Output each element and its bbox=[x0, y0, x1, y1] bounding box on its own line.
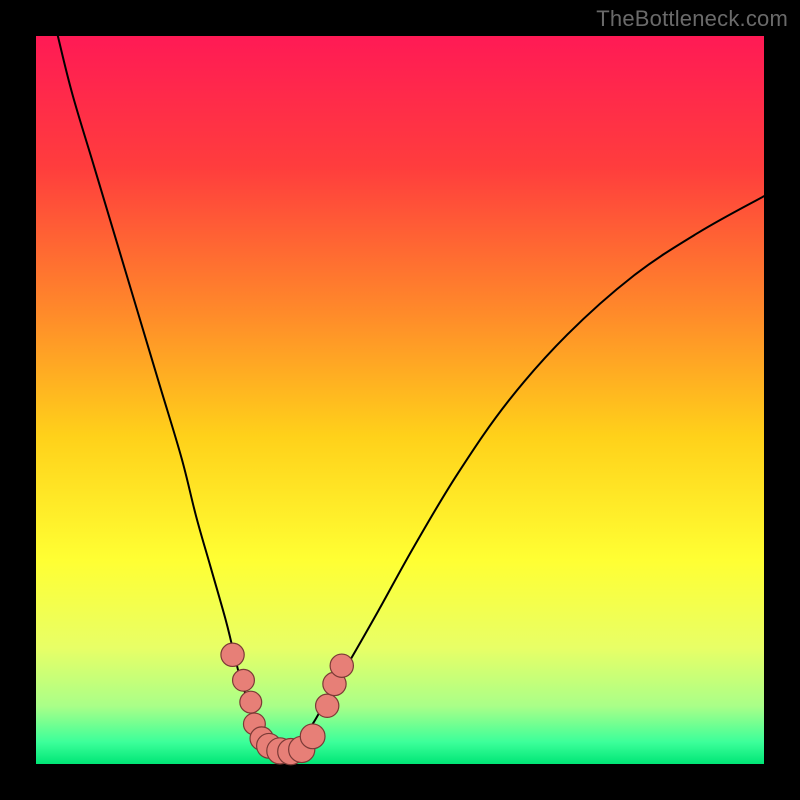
watermark-text: TheBottleneck.com bbox=[596, 6, 788, 32]
data-marker bbox=[300, 724, 325, 749]
curve-right-curve bbox=[284, 196, 764, 753]
chart-svg bbox=[36, 36, 764, 764]
chart-frame: TheBottleneck.com bbox=[0, 0, 800, 800]
data-marker bbox=[316, 694, 339, 717]
curve-left-curve bbox=[58, 36, 284, 753]
data-marker bbox=[221, 643, 244, 666]
data-marker bbox=[330, 654, 353, 677]
data-marker bbox=[240, 691, 262, 713]
data-marker bbox=[233, 669, 255, 691]
plot-area bbox=[36, 36, 764, 764]
